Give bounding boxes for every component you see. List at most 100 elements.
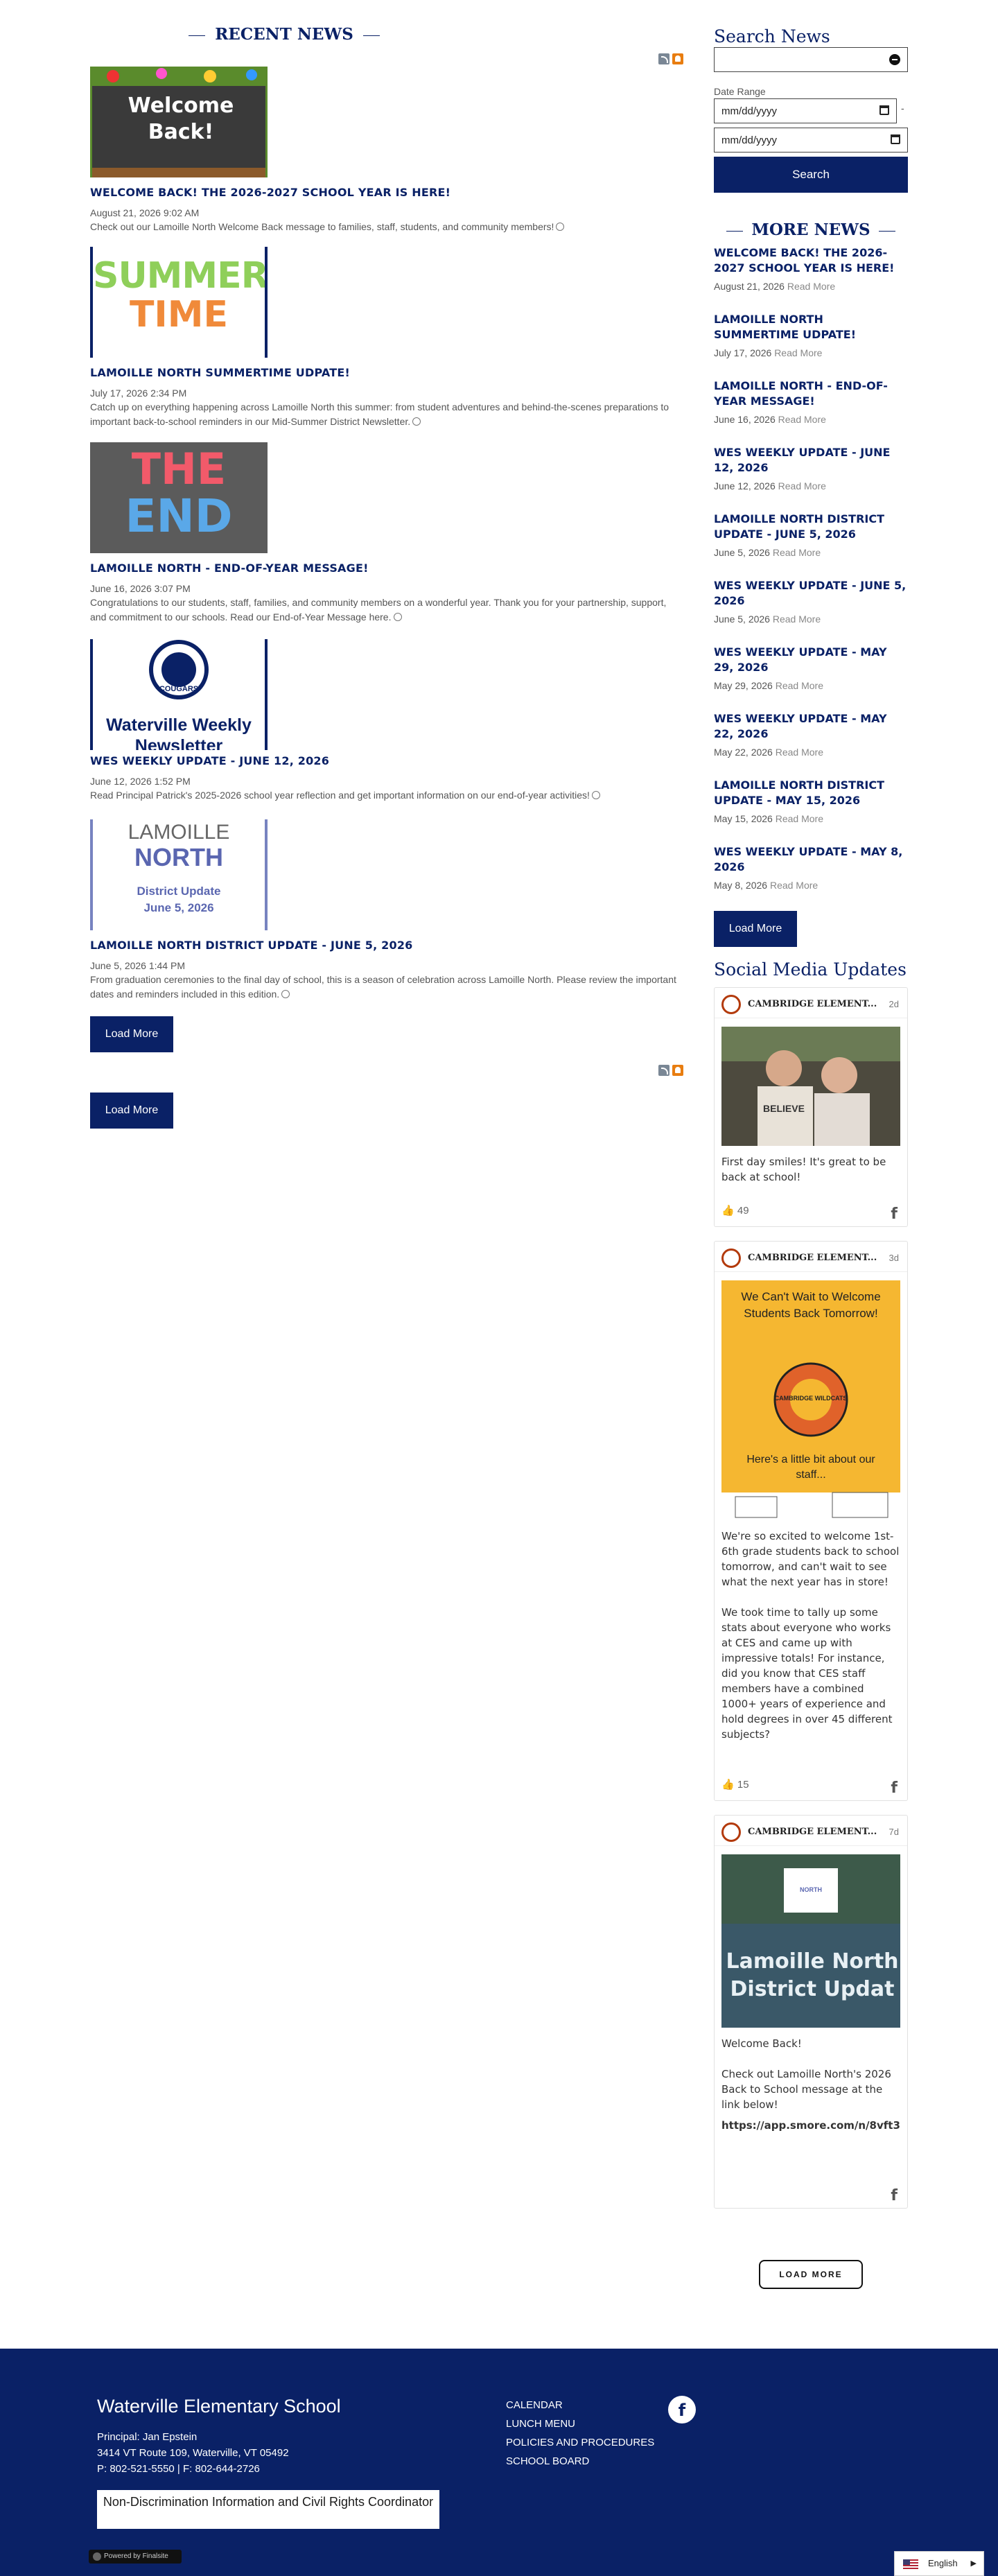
thumb-caption: COUGARS — [159, 685, 199, 693]
more-news-title[interactable]: WELCOME BACK! THE 2026-2027 SCHOOL YEAR … — [714, 245, 908, 276]
facebook-icon[interactable]: f — [891, 1779, 898, 1797]
bell-icon[interactable] — [672, 1065, 683, 1076]
read-more-link[interactable]: Read More — [773, 547, 821, 558]
read-more-link[interactable]: Read More — [774, 347, 822, 358]
more-news-title[interactable]: WES WEEKLY UPDATE - MAY 22, 2026 — [714, 711, 908, 742]
news-item: LAMOILLE NORTH District Update June 5, 2… — [90, 819, 683, 1002]
news-thumbnail[interactable]: LAMOILLE NORTH District Update June 5, 2… — [90, 819, 268, 930]
more-news-date: May 29, 2026 Read More — [714, 680, 823, 691]
news-description: Read Principal Patrick's 2025-2026 schoo… — [90, 788, 683, 803]
non-discrimination-link[interactable]: Non-Discrimination Information and Civil… — [97, 2490, 439, 2529]
news-description: From graduation ceremonies to the final … — [90, 974, 676, 1000]
thumb-caption: June 5, 2026 — [143, 901, 214, 914]
bell-icon[interactable] — [672, 53, 683, 64]
post-image[interactable]: We Can't Wait to Welcome Students Back T… — [721, 1280, 900, 1520]
date-range-label: Date Range — [714, 86, 766, 97]
search-icon[interactable] — [889, 54, 900, 65]
footer-link-policies[interactable]: POLICIES AND PROCEDURES — [506, 2433, 654, 2452]
more-news-title[interactable]: WES WEEKLY UPDATE - JUNE 12, 2026 — [714, 445, 908, 476]
news-title[interactable]: LAMOILLE NORTH DISTRICT UPDATE - JUNE 5,… — [90, 939, 683, 952]
read-more-link[interactable]: Read More — [776, 747, 823, 758]
footer-link-school-board[interactable]: SCHOOL BOARD — [506, 2452, 654, 2471]
facebook-icon[interactable]: f — [668, 2396, 696, 2423]
news-thumbnail[interactable]: SUMMER TIME — [90, 247, 268, 358]
footer-link-calendar[interactable]: CALENDAR — [506, 2396, 654, 2414]
more-news-date: June 16, 2026 Read More — [714, 414, 826, 425]
arrow-circle-icon[interactable] — [393, 613, 402, 622]
read-more-link[interactable]: Read More — [778, 414, 826, 425]
more-news-heading: MORE NEWS — [714, 220, 908, 239]
social-post[interactable]: CAMBRIDGE ELEMENT... 3d We Can't Wait to … — [714, 1241, 908, 1801]
news-title[interactable]: WELCOME BACK! THE 2026-2027 SCHOOL YEAR … — [90, 186, 683, 199]
facebook-icon[interactable]: f — [891, 2187, 898, 2204]
more-news-title[interactable]: LAMOILLE NORTH - END-OF-YEAR MESSAGE! — [714, 378, 908, 409]
more-news-item: WELCOME BACK! THE 2026-2027 SCHOOL YEAR … — [714, 245, 908, 292]
post-image[interactable]: NORTH Lamoille North District Updat — [721, 1854, 900, 2028]
load-more-wrap-2: Load More — [90, 1093, 173, 1129]
more-news-item: LAMOILLE NORTH DISTRICT UPDATE - JUNE 5,… — [714, 512, 908, 558]
social-load-more-button[interactable]: LOAD MORE — [759, 2260, 863, 2289]
thumb-caption: District Update — [137, 885, 221, 898]
photo-caption: BELIEVE — [763, 1103, 805, 1114]
more-news-title[interactable]: WES WEEKLY UPDATE - MAY 29, 2026 — [714, 645, 908, 675]
flag-icon — [903, 2559, 918, 2569]
language-selector[interactable]: English ▶ — [894, 2551, 984, 2576]
date-from-input[interactable]: mm/dd/yyyy — [714, 98, 897, 123]
more-news-title[interactable]: LAMOILLE NORTH DISTRICT UPDATE - MAY 15,… — [714, 778, 908, 808]
likes-count: 👍 49 — [721, 1205, 749, 1217]
thumb-caption: END — [125, 489, 233, 543]
more-news-date: May 8, 2026 Read More — [714, 880, 818, 891]
load-more-button-2[interactable]: Load More — [90, 1093, 173, 1129]
calendar-icon[interactable] — [891, 134, 900, 144]
more-news-title[interactable]: LAMOILLE NORTH SUMMERTIME UDPATE! — [714, 312, 908, 342]
news-thumbnail[interactable]: COUGARS Waterville Weekly Newsletter — [90, 639, 268, 750]
account-avatar — [721, 1822, 741, 1842]
facebook-icon[interactable]: f — [891, 1206, 898, 1223]
read-more-link[interactable]: Read More — [776, 813, 823, 824]
arrow-circle-icon[interactable] — [556, 223, 565, 232]
news-title[interactable]: WES WEEKLY UPDATE - JUNE 12, 2026 — [90, 754, 683, 767]
thumbs-up-icon: 👍 — [721, 1779, 735, 1791]
feed-icons-bottom — [658, 1065, 683, 1076]
arrow-circle-icon[interactable] — [591, 791, 600, 800]
read-more-link[interactable]: Read More — [770, 880, 818, 891]
footer: Waterville Elementary School Principal: … — [0, 2349, 998, 2576]
more-news-title[interactable]: LAMOILLE NORTH DISTRICT UPDATE - JUNE 5,… — [714, 512, 908, 542]
more-news-date: June 12, 2026 Read More — [714, 480, 826, 491]
news-title[interactable]: LAMOILLE NORTH SUMMERTIME UDPATE! — [90, 366, 683, 379]
read-more-link[interactable]: Read More — [773, 613, 821, 625]
arrow-circle-icon[interactable] — [412, 417, 421, 426]
more-news-load-more-button[interactable]: Load More — [714, 911, 797, 947]
more-news-item: WES WEEKLY UPDATE - MAY 22, 2026 May 22, … — [714, 711, 908, 758]
thumb-caption: Waterville Weekly — [106, 715, 252, 735]
news-thumbnail[interactable]: Welcome Back! — [90, 67, 268, 177]
powered-by-badge[interactable]: Powered by Finalsite — [89, 2550, 182, 2564]
social-post[interactable]: CAMBRIDGE ELEMENT... 7d NORTH Lamoille No… — [714, 1815, 908, 2209]
read-more-link[interactable]: Read More — [776, 680, 823, 691]
language-label: English — [928, 2558, 958, 2568]
search-button[interactable]: Search — [714, 157, 908, 193]
load-more-button[interactable]: Load More — [90, 1016, 173, 1052]
footer-link-lunch-menu[interactable]: LUNCH MENU — [506, 2414, 654, 2433]
calendar-icon[interactable] — [879, 105, 889, 115]
news-title[interactable]: LAMOILLE NORTH - END-OF-YEAR MESSAGE! — [90, 562, 683, 575]
thumbs-up-icon: 👍 — [721, 1205, 735, 1217]
more-news-item: WES WEEKLY UPDATE - MAY 8, 2026 May 8, 20… — [714, 844, 908, 891]
post-link[interactable]: https://app.smore.com/n/8vft3 — [715, 2112, 907, 2133]
date-to-input[interactable]: mm/dd/yyyy — [714, 128, 908, 153]
rss-icon[interactable] — [658, 1065, 669, 1076]
arrow-circle-icon[interactable] — [281, 990, 290, 999]
news-thumbnail[interactable]: THE END — [90, 442, 268, 553]
thumb-caption: THE — [131, 444, 227, 494]
search-input[interactable] — [714, 47, 908, 72]
read-more-link[interactable]: Read More — [778, 480, 826, 491]
post-age: 3d — [888, 1253, 899, 1263]
more-news-title[interactable]: WES WEEKLY UPDATE - JUNE 5, 2026 — [714, 578, 908, 609]
social-post[interactable]: CAMBRIDGE ELEMENT... 2d BELIEVE First day… — [714, 987, 908, 1227]
read-more-link[interactable]: Read More — [787, 281, 835, 292]
news-description: Check out our Lamoille North Welcome Bac… — [90, 220, 683, 234]
post-image[interactable]: BELIEVE — [721, 1027, 900, 1146]
more-news-title[interactable]: WES WEEKLY UPDATE - MAY 8, 2026 — [714, 844, 908, 875]
more-news-item: WES WEEKLY UPDATE - MAY 29, 2026 May 29, … — [714, 645, 908, 691]
rss-icon[interactable] — [658, 53, 669, 64]
